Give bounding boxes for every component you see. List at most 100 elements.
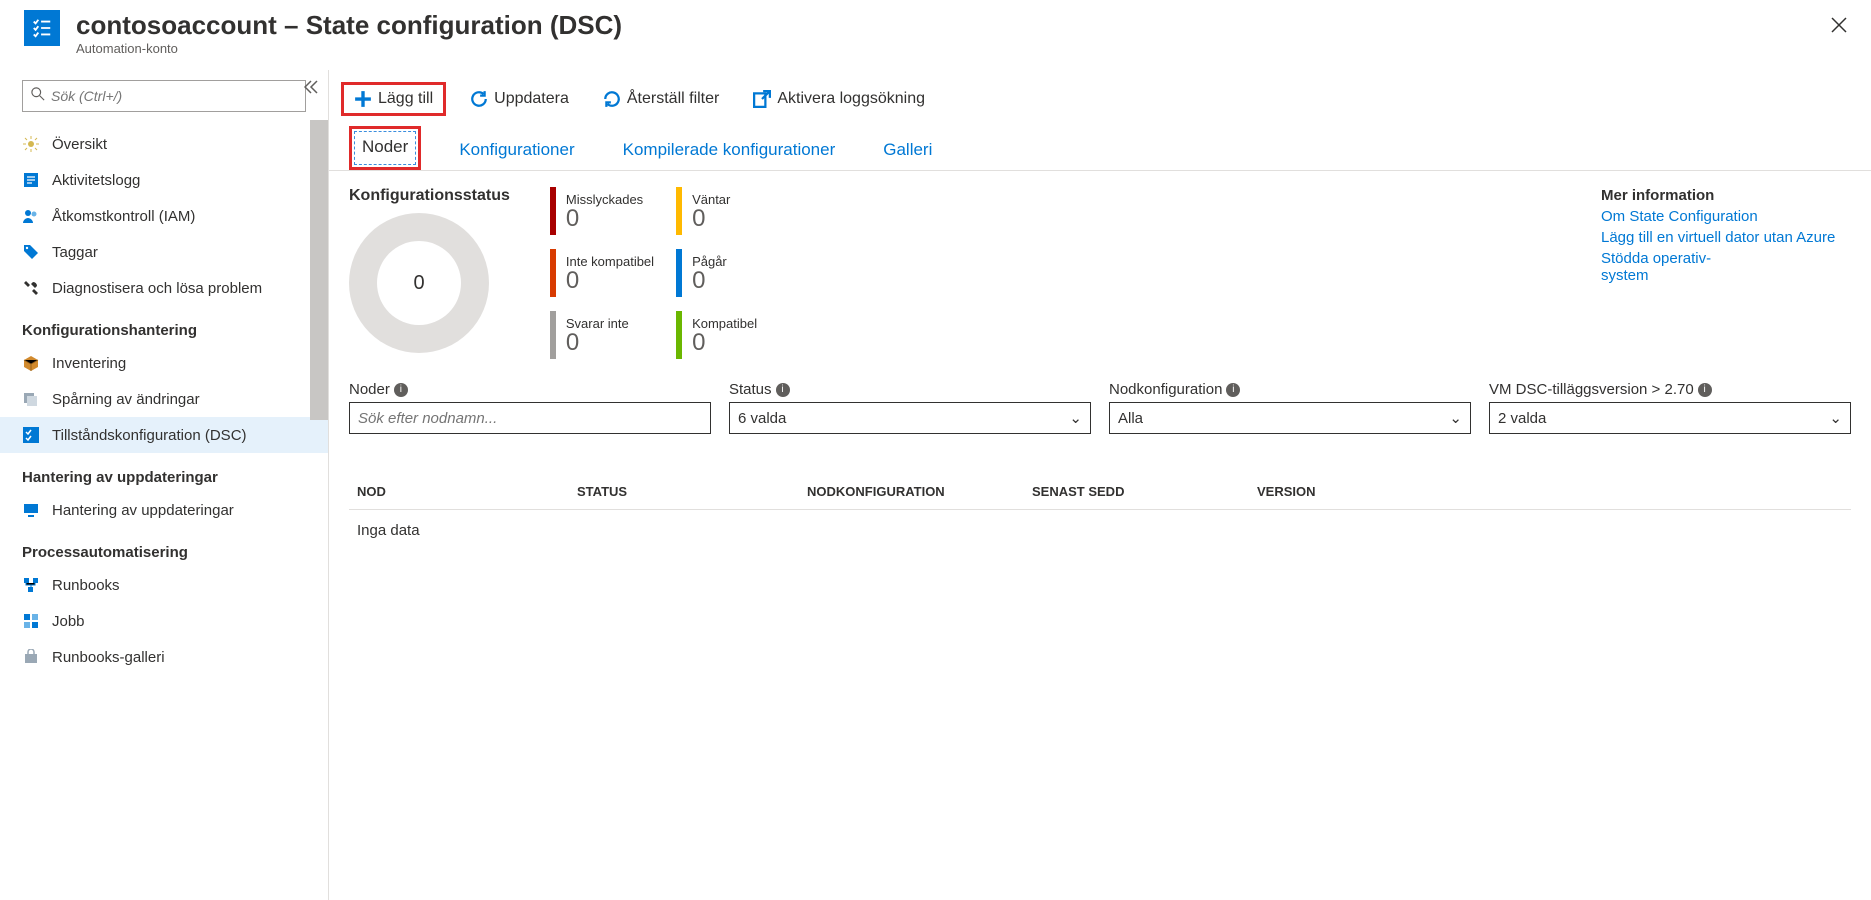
filter-version-select[interactable]: 2 valda⌄ bbox=[1489, 402, 1851, 434]
kpi-compliant: Kompatibel0 bbox=[676, 311, 757, 359]
external-link-icon bbox=[753, 90, 771, 108]
add-button[interactable]: Lägg till bbox=[341, 82, 446, 116]
tab-configurations[interactable]: Konfigurationer bbox=[449, 132, 584, 170]
col-status[interactable]: STATUS bbox=[577, 484, 807, 499]
enable-log-button[interactable]: Aktivera loggsökning bbox=[743, 85, 935, 113]
sidebar-item-label: Tillståndskonfiguration (DSC) bbox=[52, 427, 247, 444]
sidebar-item-label: Runbooks bbox=[52, 577, 120, 594]
sidebar-item-label: Hantering av uppdateringar bbox=[52, 502, 234, 519]
sidebar-item-dsc[interactable]: Tillståndskonfiguration (DSC) bbox=[0, 417, 328, 453]
sidebar-item-label: Åtkomstkontroll (IAM) bbox=[52, 208, 195, 225]
bag-icon bbox=[22, 648, 40, 666]
plus-icon bbox=[354, 90, 372, 108]
monitor-icon bbox=[22, 501, 40, 519]
checklist-icon bbox=[31, 17, 53, 39]
sidebar-search-input[interactable] bbox=[51, 88, 297, 104]
sidebar-item-label: Taggar bbox=[52, 244, 98, 261]
chevron-down-icon: ⌄ bbox=[1829, 409, 1842, 427]
donut-center-value: 0 bbox=[349, 213, 489, 353]
chevron-down-icon: ⌄ bbox=[1069, 409, 1082, 427]
sidebar: Översikt Aktivitetslogg Åtkomstkontroll … bbox=[0, 70, 329, 900]
toolbar: Lägg till Uppdatera Återställ filter Akt… bbox=[329, 70, 1871, 126]
sidebar-item-label: Inventering bbox=[52, 355, 126, 372]
refresh-button[interactable]: Uppdatera bbox=[460, 85, 579, 113]
col-lastseen[interactable]: SENAST SEDD bbox=[1032, 484, 1257, 499]
info-icon[interactable]: i bbox=[776, 383, 790, 397]
flow-icon bbox=[22, 576, 40, 594]
link-supported-os[interactable]: Stödda operativ- system bbox=[1601, 250, 1851, 284]
sidebar-item-inventory[interactable]: Inventering bbox=[0, 345, 328, 381]
sidebar-item-diagnose[interactable]: Diagnostisera och lösa problem bbox=[0, 270, 328, 306]
sidebar-item-label: Diagnostisera och lösa problem bbox=[52, 280, 262, 297]
sidebar-item-tags[interactable]: Taggar bbox=[0, 234, 328, 270]
sidebar-item-label: Jobb bbox=[52, 613, 85, 630]
sidebar-group-config: Konfigurationshantering bbox=[0, 306, 328, 345]
add-button-label: Lägg till bbox=[378, 90, 433, 108]
sidebar-item-runbooks-gallery[interactable]: Runbooks-galleri bbox=[0, 639, 328, 675]
kpi-notresponding: Svarar inte0 bbox=[550, 311, 654, 359]
col-version[interactable]: VERSION bbox=[1257, 484, 1843, 499]
reset-filter-button[interactable]: Återställ filter bbox=[593, 85, 729, 113]
page-subtitle: Automation-konto bbox=[76, 41, 622, 56]
info-icon[interactable]: i bbox=[394, 383, 408, 397]
tab-nodes[interactable]: Noder bbox=[349, 126, 421, 170]
filter-status-select[interactable]: 6 valda⌄ bbox=[729, 402, 1091, 434]
stack-icon bbox=[22, 390, 40, 408]
refresh-icon bbox=[470, 90, 488, 108]
main-content: Lägg till Uppdatera Återställ filter Akt… bbox=[329, 70, 1871, 900]
info-icon[interactable]: i bbox=[1698, 383, 1712, 397]
page-header: contosoaccount – State configuration (DS… bbox=[0, 0, 1871, 70]
sidebar-item-changetracking[interactable]: Spårning av ändringar bbox=[0, 381, 328, 417]
tabs: Noder Konfigurationer Kompilerade konfig… bbox=[329, 126, 1871, 171]
sidebar-item-overview[interactable]: Översikt bbox=[0, 126, 328, 162]
sidebar-item-label: Översikt bbox=[52, 136, 107, 153]
kpi-notcompliant: Inte kompatibel0 bbox=[550, 249, 654, 297]
collapse-sidebar-button[interactable] bbox=[300, 76, 322, 103]
dsc-resource-icon bbox=[24, 10, 60, 46]
sidebar-item-iam[interactable]: Åtkomstkontroll (IAM) bbox=[0, 198, 328, 234]
table-header: NOD STATUS NODKONFIGURATION SENAST SEDD … bbox=[349, 474, 1851, 509]
sidebar-item-activitylog[interactable]: Aktivitetslogg bbox=[0, 162, 328, 198]
reset-icon bbox=[603, 90, 621, 108]
sidebar-search[interactable] bbox=[22, 80, 306, 112]
tag-icon bbox=[22, 243, 40, 261]
status-section: Konfigurationsstatus 0 Misslyckades0 Int… bbox=[329, 171, 1871, 375]
page-title: contosoaccount – State configuration (DS… bbox=[76, 10, 622, 41]
wrench-icon bbox=[22, 279, 40, 297]
filter-nodes: Noderi bbox=[349, 381, 711, 434]
table-empty-row: Inga data bbox=[349, 509, 1851, 551]
log-button-label: Aktivera loggsökning bbox=[777, 90, 925, 108]
kpi-failed: Misslyckades0 bbox=[550, 187, 654, 235]
nodes-table: NOD STATUS NODKONFIGURATION SENAST SEDD … bbox=[349, 474, 1851, 551]
tab-compiled[interactable]: Kompilerade konfigurationer bbox=[613, 132, 846, 170]
tab-gallery[interactable]: Galleri bbox=[873, 132, 942, 170]
filter-nodeconfig-select[interactable]: Alla⌄ bbox=[1109, 402, 1471, 434]
sidebar-item-runbooks[interactable]: Runbooks bbox=[0, 567, 328, 603]
col-nodeconfig[interactable]: NODKONFIGURATION bbox=[807, 484, 1032, 499]
kpi-inprogress: Pågår0 bbox=[676, 249, 757, 297]
col-node[interactable]: NOD bbox=[357, 484, 577, 499]
chevron-double-left-icon bbox=[304, 80, 318, 94]
sidebar-item-jobs[interactable]: Jobb bbox=[0, 603, 328, 639]
filter-nodes-input[interactable] bbox=[358, 410, 702, 427]
filter-nodes-input-wrap[interactable] bbox=[349, 402, 711, 434]
scrollbar-thumb[interactable] bbox=[310, 120, 328, 420]
kpi-list: Misslyckades0 Inte kompatibel0 Svarar in… bbox=[550, 187, 757, 359]
log-icon bbox=[22, 171, 40, 189]
sidebar-item-label: Runbooks-galleri bbox=[52, 649, 165, 666]
sidebar-item-updatemgmt[interactable]: Hantering av uppdateringar bbox=[0, 492, 328, 528]
kpi-bar bbox=[676, 187, 682, 235]
sidebar-item-label: Spårning av ändringar bbox=[52, 391, 200, 408]
chevron-down-icon: ⌄ bbox=[1449, 409, 1462, 427]
link-about-state-config[interactable]: Om State Configuration bbox=[1601, 208, 1851, 225]
info-icon[interactable]: i bbox=[1226, 383, 1240, 397]
dsc-icon bbox=[22, 426, 40, 444]
kpi-bar bbox=[550, 187, 556, 235]
box-icon bbox=[22, 354, 40, 372]
kpi-pending: Väntar0 bbox=[676, 187, 757, 235]
gear-sparkle-icon bbox=[22, 135, 40, 153]
search-icon bbox=[31, 87, 45, 106]
link-add-vm-no-azure[interactable]: Lägg till en virtuell dator utan Azure bbox=[1601, 229, 1851, 246]
kpi-bar bbox=[676, 311, 682, 359]
close-button[interactable] bbox=[1825, 10, 1853, 45]
